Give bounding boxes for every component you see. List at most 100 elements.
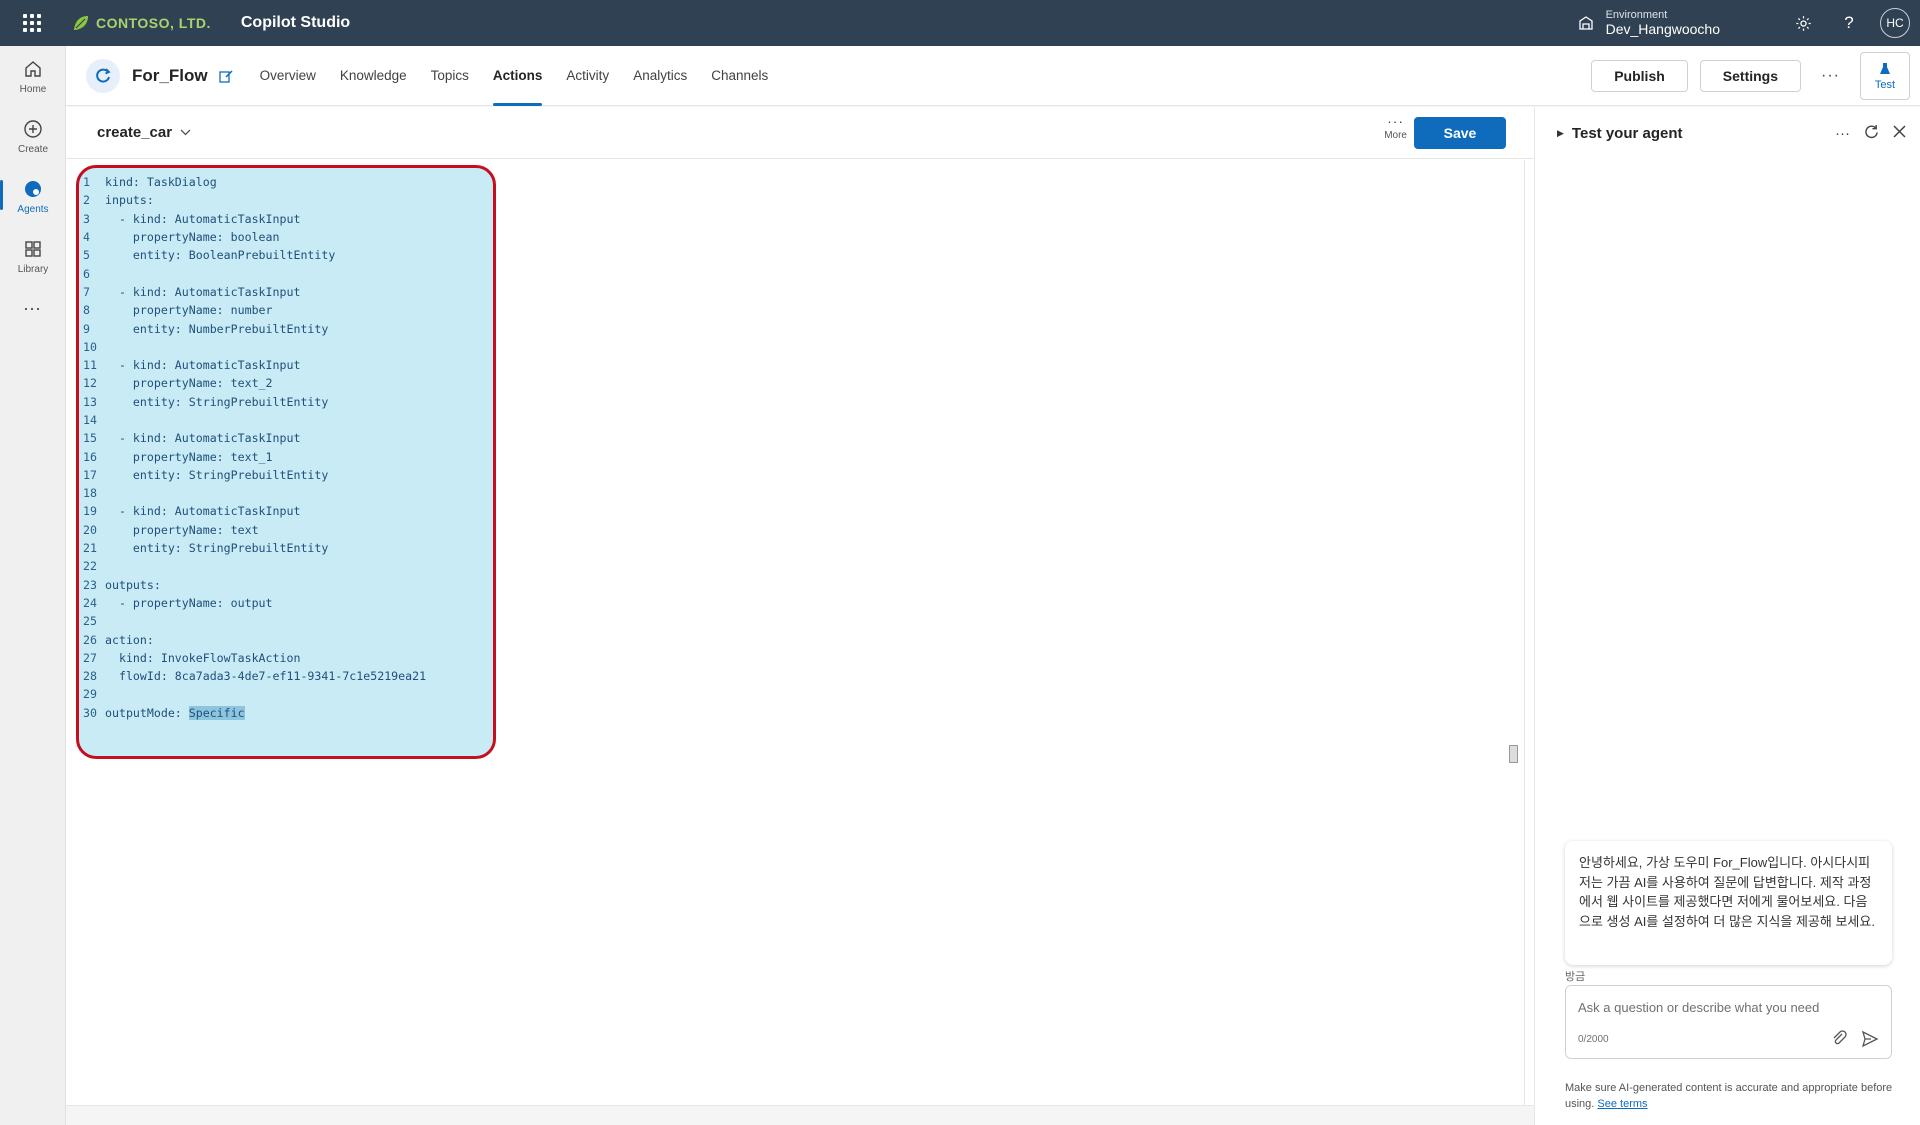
- environment-value: Dev_Hangwoocho: [1605, 21, 1720, 37]
- nav-home[interactable]: Home: [0, 46, 66, 106]
- save-button[interactable]: Save: [1414, 117, 1506, 149]
- flask-icon: [1880, 62, 1890, 74]
- code-line: 7 - kind: AutomaticTaskInput: [83, 284, 301, 299]
- code-text: entity: StringPrebuiltEntity: [105, 541, 329, 556]
- code-line: 27 kind: InvokeFlowTaskAction: [83, 650, 301, 665]
- code-text: kind: InvokeFlowTaskAction: [105, 650, 301, 665]
- agent-tabs: Overview Knowledge Topics Actions Activi…: [248, 46, 781, 106]
- more-menu-button[interactable]: ··· More: [1384, 113, 1407, 141]
- leaf-icon: [74, 16, 88, 30]
- left-nav-rail: Home Create Agents Library ...: [0, 46, 66, 1125]
- environment-label: Environment: [1605, 9, 1668, 21]
- publish-button[interactable]: Publish: [1591, 60, 1688, 92]
- close-icon[interactable]: [1893, 124, 1906, 142]
- message-timestamp: 방금: [1565, 971, 1586, 983]
- code-line: 5 entity: BooleanPrebuiltEntity: [83, 248, 336, 263]
- settings-gear-icon[interactable]: [1780, 0, 1826, 46]
- scrollbar-thumb[interactable]: [1509, 745, 1518, 763]
- nav-create[interactable]: Create: [0, 106, 66, 166]
- code-line: 20 propertyName: text: [83, 522, 259, 537]
- nav-home-label: Home: [19, 83, 47, 95]
- brand-name: CONTOSO, LTD.: [96, 15, 211, 31]
- tab-channels[interactable]: Channels: [699, 46, 780, 106]
- code-line: 10: [83, 339, 97, 354]
- code-line: 4 propertyName: boolean: [83, 230, 280, 245]
- tab-analytics[interactable]: Analytics: [621, 46, 699, 106]
- action-name-dropdown[interactable]: create_car: [97, 124, 172, 141]
- code-text: - kind: AutomaticTaskInput: [105, 358, 301, 373]
- code-line: 1 kind: TaskDialog: [83, 175, 217, 190]
- horizontal-scrollbar[interactable]: [66, 1105, 1534, 1125]
- refresh-icon[interactable]: [1864, 124, 1879, 143]
- code-line: 18: [83, 486, 97, 501]
- code-line: 2 inputs:: [83, 193, 154, 208]
- code-line: 17 entity: StringPrebuiltEntity: [83, 467, 329, 482]
- character-counter: 0/2000: [1578, 1034, 1609, 1045]
- chat-input-box[interactable]: Ask a question or describe what you need…: [1565, 985, 1892, 1059]
- code-line: 9 entity: NumberPrebuiltEntity: [83, 321, 329, 336]
- tab-knowledge[interactable]: Knowledge: [328, 46, 419, 106]
- code-text: - kind: AutomaticTaskInput: [105, 504, 301, 519]
- code-line: 3 - kind: AutomaticTaskInput: [83, 211, 301, 226]
- code-line: 21 entity: StringPrebuiltEntity: [83, 541, 329, 556]
- code-line: 16 propertyName: text_1: [83, 449, 273, 464]
- app-title[interactable]: Copilot Studio: [241, 14, 350, 32]
- tab-activity[interactable]: Activity: [554, 46, 621, 106]
- code-text: action:: [105, 632, 154, 647]
- code-line: 28 flowId: 8ca7ada3-4de7-ef11-9341-7c1e5…: [83, 669, 427, 684]
- tab-actions[interactable]: Actions: [481, 46, 555, 106]
- tab-topics[interactable]: Topics: [419, 46, 481, 106]
- nav-agents[interactable]: Agents: [0, 166, 66, 226]
- test-pane-title: Test your agent: [1571, 124, 1683, 142]
- test-pane-header: ▶ Test your agent ···: [1535, 107, 1920, 159]
- attach-icon[interactable]: [1831, 1030, 1847, 1051]
- yaml-code-area[interactable]: 1 kind: TaskDialog 2 inputs: 3 - kind: Aut…: [76, 160, 1525, 1105]
- more-label: More: [1384, 130, 1407, 141]
- nav-library-label: Library: [17, 263, 49, 275]
- nav-agents-label: Agents: [17, 203, 49, 215]
- environment-icon: [1578, 16, 1593, 30]
- settings-button[interactable]: Settings: [1699, 60, 1802, 92]
- code-text: inputs:: [105, 193, 154, 208]
- brand-logo: CONTOSO, LTD.: [72, 14, 211, 32]
- more-nav-icon[interactable]: ...: [0, 294, 65, 315]
- selected-text: Specific: [188, 705, 245, 720]
- code-line: 12 propertyName: text_2: [83, 376, 273, 391]
- see-terms-link[interactable]: See terms: [1597, 1098, 1647, 1110]
- code-line: 6: [83, 266, 90, 281]
- nav-library[interactable]: Library: [0, 226, 66, 286]
- code-text: propertyName: number: [105, 303, 273, 318]
- tab-overview[interactable]: Overview: [248, 46, 328, 106]
- code-line: 23 outputs:: [83, 577, 161, 592]
- code-text: propertyName: boolean: [105, 230, 280, 245]
- code-text: propertyName: text_1: [105, 449, 273, 464]
- agent-header: For_Flow Overview Knowledge Topics Actio…: [66, 46, 1920, 106]
- more-dots-icon: ···: [1387, 113, 1405, 129]
- send-icon[interactable]: [1861, 1030, 1879, 1053]
- help-icon[interactable]: ?: [1826, 0, 1872, 46]
- code-text: entity: BooleanPrebuiltEntity: [105, 248, 336, 263]
- caret-right-icon[interactable]: ▶: [1557, 128, 1564, 139]
- chat-input-placeholder[interactable]: Ask a question or describe what you need: [1578, 1000, 1819, 1015]
- code-line: 24 - propertyName: output: [83, 595, 273, 610]
- code-editor-panel: create_car ··· More Save 1 kind: TaskDial…: [66, 107, 1534, 1125]
- more-options-icon[interactable]: ···: [1813, 67, 1848, 85]
- top-bar: CONTOSO, LTD. Copilot Studio Environment…: [0, 0, 1920, 46]
- code-line: 15 - kind: AutomaticTaskInput: [83, 431, 301, 446]
- environment-picker[interactable]: Environment Dev_Hangwoocho: [1578, 9, 1720, 37]
- app-launcher-icon[interactable]: [0, 0, 64, 46]
- chevron-down-icon[interactable]: [180, 127, 191, 139]
- agent-name: For_Flow: [132, 65, 208, 85]
- more-options-icon[interactable]: ···: [1835, 125, 1850, 142]
- ai-disclaimer: Make sure AI-generated content is accura…: [1565, 1080, 1895, 1112]
- edit-agent-icon[interactable]: [218, 68, 234, 84]
- code-text: entity: StringPrebuiltEntity: [105, 467, 329, 482]
- code-line: 14: [83, 413, 97, 427]
- user-avatar[interactable]: HC: [1880, 8, 1910, 38]
- test-button[interactable]: Test: [1860, 52, 1910, 100]
- code-text: - kind: AutomaticTaskInput: [105, 211, 301, 226]
- agent-logo-icon: [86, 58, 120, 93]
- code-line: 25: [83, 614, 97, 629]
- highlighted-code-block[interactable]: 1 kind: TaskDialog 2 inputs: 3 - kind: Aut…: [76, 165, 496, 759]
- code-text: outputs:: [105, 577, 161, 592]
